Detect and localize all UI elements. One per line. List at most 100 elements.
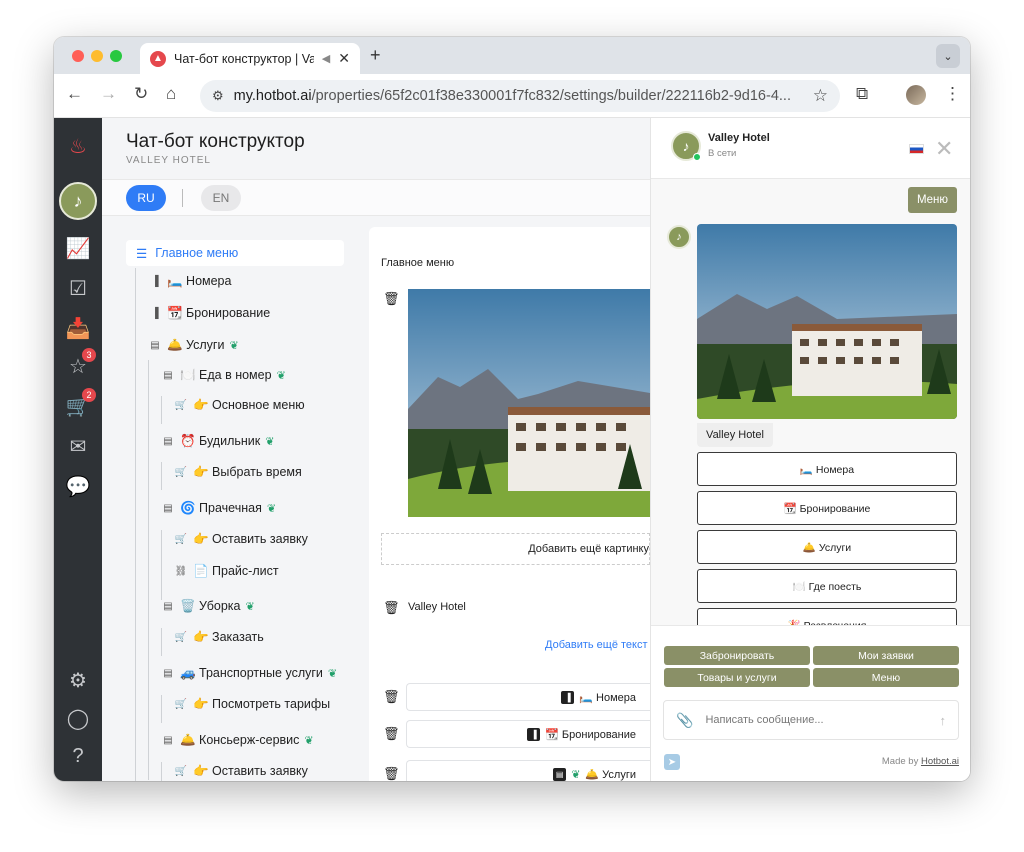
tree-item-alarm[interactable]: ▤ ⏰ Будильник ❦ [161,434,274,449]
tree-item-tariffs[interactable]: 🛒 👉 Посмотреть тарифы [174,697,330,712]
delete-button-icon[interactable]: 🗑 [383,689,400,705]
lang-ru-button[interactable]: RU [126,185,166,211]
more-menu-icon[interactable]: ⋮ [944,84,961,104]
book-button[interactable]: Забронировать [664,646,810,665]
tree-item-rooms[interactable]: ▐ 🛏️ Номера [148,274,231,289]
hotbot-logo-icon[interactable]: ♨ [64,132,92,160]
editor-button-services[interactable]: ▤ ❦ 🛎️ Услуги [406,760,650,781]
forward-icon[interactable]: → [100,84,117,104]
maximize-window-button[interactable] [110,50,122,62]
mailing-icon[interactable]: ✉ [64,432,92,460]
tree-item-label: 📄 Прайс-лист [193,564,279,578]
chat-icon[interactable]: 💬 [64,472,92,500]
tree-item-label: 👉 Выбрать время [193,465,302,479]
tree-item-label: 👉 Посмотреть тарифы [193,697,331,711]
settings-icon[interactable]: ⚙ [64,666,92,694]
quick-button-services[interactable]: 🛎️ Услуги [697,530,957,564]
tree-item-label: 👉 Оставить заявку [193,764,308,778]
tree-item-concierge[interactable]: ▤ 🛎️ Консьерж-сервис ❦ [161,733,314,748]
back-icon[interactable]: ← [66,84,83,104]
hotbot-link[interactable]: Hotbot.ai [921,756,959,767]
editor-button-rooms[interactable]: ▐ 🛏️ Номера [406,683,650,711]
delete-text-icon[interactable]: 🗑 [383,600,400,616]
russian-flag-icon[interactable] [909,144,924,154]
help-icon[interactable]: ? [64,742,92,770]
tree-item-cleaning[interactable]: ▤ 🗑️ Уборка ❦ [161,599,254,614]
tree-item-label: 👉 Заказать [193,630,264,644]
extensions-icon[interactable]: ⧉ [856,84,868,104]
minimize-window-button[interactable] [91,50,103,62]
add-text-link[interactable]: Добавить ещё текст [545,639,648,651]
delete-button-icon[interactable]: 🗑 [383,766,400,781]
tree-item-services[interactable]: ▤ 🛎️ Услуги ❦ [148,338,238,353]
text-block[interactable]: Valley Hotel [408,601,466,613]
user-icon[interactable]: ◯ [64,704,92,732]
delete-button-icon[interactable]: 🗑 [383,726,400,742]
tree-item-choose-time[interactable]: 🛒 👉 Выбрать время [174,465,302,480]
address-bar[interactable]: ⚙ my.hotbot.ai/properties/65f2c01f38e330… [200,80,840,112]
quick-button-eat[interactable]: 🍽️ Где поесть [697,569,957,603]
send-arrow-icon[interactable]: ↑ [940,713,947,728]
message-input[interactable]: 📎 Написать сообщение... ↑ [663,700,959,740]
home-icon[interactable]: ⌂ [166,84,176,104]
tree-item-laundry[interactable]: ▤ 🌀 Прачечная ❦ [161,501,276,516]
tree-item-label: 👉 Оставить заявку [193,532,308,546]
close-window-button[interactable] [72,50,84,62]
tasks-icon[interactable]: ☑ [64,274,92,302]
tab-bar: ▲ Чат-бот конструктор | Va ◀ ✕ + ⌄ [54,37,970,74]
tab-close-icon[interactable]: ✕ [338,50,350,67]
chat-header: ♪ Valley Hotel В сети ✕ [651,118,970,179]
delete-image-icon[interactable]: 🗑 [383,291,400,307]
editor-label: Главное меню [381,257,455,269]
tree-item-leave-request[interactable]: 🛒 👉 Оставить заявку [174,532,308,547]
tree-item-label: 🌀 Прачечная [180,501,262,515]
add-image-button[interactable]: Добавить ещё картинку [381,533,650,565]
editor-button-label: 🛏️ Номера [579,691,636,704]
my-requests-button[interactable]: Мои заявки [813,646,959,665]
flame-icon: ▲ [150,50,166,67]
leaf-icon: ❦ [276,370,286,382]
reviews-icon[interactable]: ☆ 3 [64,348,96,380]
tree-item-price-list[interactable]: ⛓ 📄 Прайс-лист [174,564,279,579]
page-subtitle: VALLEY HOTEL [126,155,211,166]
tree-item-label: 🍽️ Еда в номер [180,368,272,382]
profile-avatar[interactable] [906,85,926,105]
goods-services-button[interactable]: Товары и услуги [664,668,810,687]
attach-icon[interactable]: 📎 [676,712,693,729]
tree-item-booking[interactable]: ▐ 📆 Бронирование [148,306,270,321]
tree-root[interactable]: ☰ Главное меню [126,240,344,266]
tree-item-order[interactable]: 🛒 👉 Заказать [174,630,264,645]
tree-item-transport[interactable]: ▤ 🚙 Транспортные услуги ❦ [161,666,337,681]
image-caption: Valley Hotel [697,423,773,447]
tree-item-label: 🚙 Транспортные услуги [180,666,323,680]
browser-toolbar: ← → ↻ ⌂ ⚙ my.hotbot.ai/properties/65f2c0… [54,74,970,118]
cart-icon: 🛒 [174,534,188,545]
reload-icon[interactable]: ↻ [134,84,148,104]
lang-en-button[interactable]: EN [201,185,241,211]
inbox-icon[interactable]: 📥 [64,314,92,342]
tree-item-main-menu[interactable]: 🛒 👉 Основное меню [174,398,305,413]
speaker-icon: ◀ [321,53,331,65]
tab-search-button[interactable]: ⌄ [936,44,960,68]
menu-button[interactable]: Меню [813,668,959,687]
stats-icon: ▐ [561,690,575,704]
site-settings-icon[interactable]: ⚙ [212,88,224,104]
submenu-icon: ▤ [150,340,160,351]
cart-icon: 🛒 [174,766,188,777]
quick-button-rooms[interactable]: 🛏️ Номера [697,452,957,486]
telegram-icon[interactable]: ➤ [664,754,680,770]
browser-tab[interactable]: ▲ Чат-бот конструктор | Va ◀ ✕ [140,43,360,74]
quick-button-entertainment[interactable]: 🎉 Развлечения [697,608,957,625]
tree-item-room-food[interactable]: ▤ 🍽️ Еда в номер ❦ [161,368,286,383]
bookmark-star-icon[interactable]: ☆ [813,86,828,106]
close-icon[interactable]: ✕ [935,136,953,162]
leaf-icon: ❦ [571,768,581,781]
quick-button-booking[interactable]: 📆 Бронирование [697,491,957,525]
analytics-icon[interactable]: 📈 [64,234,92,262]
new-tab-button[interactable]: + [370,45,381,66]
leaf-icon: ❦ [304,735,314,747]
editor-button-booking[interactable]: ▐ 📆 Бронирование [406,720,650,748]
tree-item-concierge-request[interactable]: 🛒 👉 Оставить заявку [174,764,308,779]
property-avatar[interactable]: ♪ [59,182,97,220]
cart-icon[interactable]: 🛒 2 [64,388,96,420]
